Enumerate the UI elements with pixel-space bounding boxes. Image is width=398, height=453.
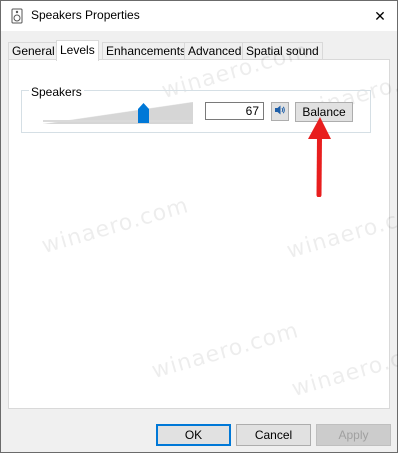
watermark: winaero.com <box>39 193 192 260</box>
cancel-button[interactable]: Cancel <box>236 424 311 446</box>
close-button[interactable]: ✕ <box>363 1 397 31</box>
volume-slider-baseline <box>43 120 193 122</box>
window-title: Speakers Properties <box>31 8 140 22</box>
speaker-volume-icon <box>274 104 286 119</box>
tab-enhancements[interactable]: Enhancements <box>102 42 191 59</box>
tab-advanced[interactable]: Advanced <box>184 42 246 59</box>
watermark: winaero.com <box>284 198 398 265</box>
tab-spatial-sound[interactable]: Spatial sound <box>242 42 323 59</box>
tab-general[interactable]: General <box>8 42 59 59</box>
speaker-icon <box>11 8 23 24</box>
title-bar: Speakers Properties ✕ <box>1 1 397 31</box>
volume-slider[interactable] <box>43 102 193 124</box>
volume-slider-thumb[interactable] <box>138 103 149 123</box>
ok-button[interactable]: OK <box>156 424 231 446</box>
watermark: winaero.com <box>289 336 398 403</box>
mute-toggle-button[interactable] <box>271 102 289 121</box>
levels-panel: winaero.com winaero.com winaero.com wina… <box>8 38 398 409</box>
tab-levels[interactable]: Levels <box>56 40 99 61</box>
watermark: winaero.com <box>149 318 302 385</box>
apply-button[interactable]: Apply <box>316 424 391 446</box>
speakers-properties-window: Speakers Properties ✕ General Levels Enh… <box>0 0 398 453</box>
annotation-arrow <box>301 115 341 198</box>
speakers-group-label: Speakers <box>29 85 84 99</box>
volume-level-field[interactable]: 67 <box>205 102 264 120</box>
close-icon: ✕ <box>374 7 386 24</box>
